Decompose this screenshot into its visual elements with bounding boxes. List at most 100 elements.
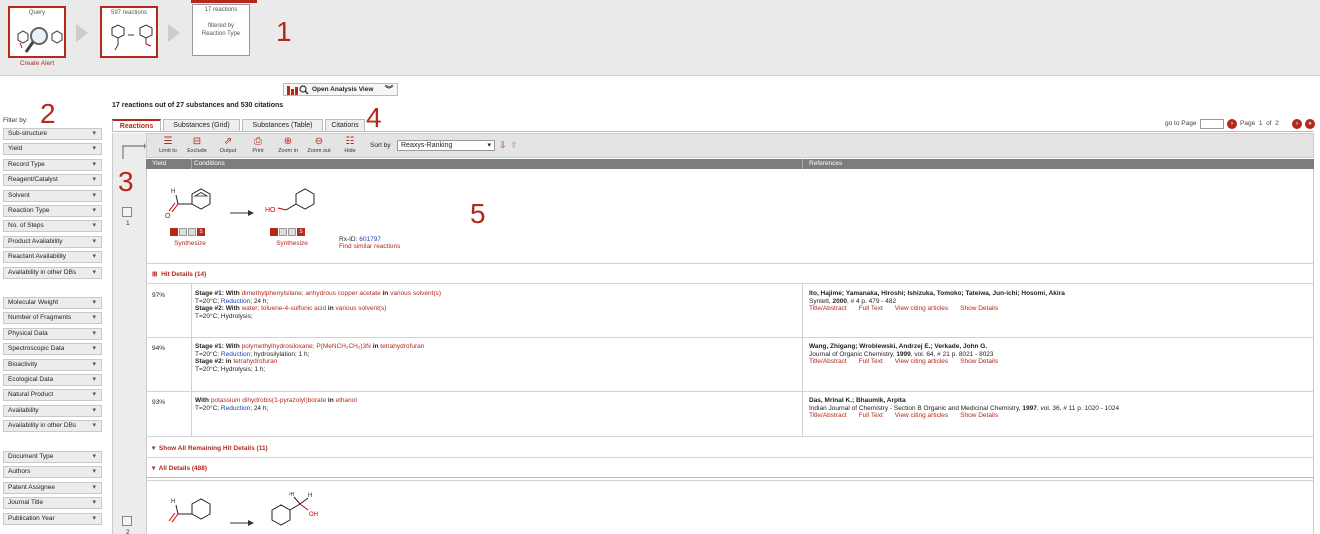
- reaction-checkbox[interactable]: [122, 516, 132, 526]
- row-divider: [146, 283, 1314, 284]
- sort-ascending-icon[interactable]: ⇧: [510, 140, 518, 151]
- synthesize-link[interactable]: Synthesize: [170, 240, 210, 247]
- hide-button[interactable]: ☷ Hide: [337, 136, 363, 154]
- s-badge-icon[interactable]: S: [197, 228, 205, 236]
- goto-page-input[interactable]: [1200, 119, 1224, 129]
- reaction-type-link[interactable]: Reduction: [221, 298, 250, 305]
- reagent-link[interactable]: potassium dihydrobis(1-pyrazolyl)borate: [211, 397, 326, 404]
- col-conditions[interactable]: Conditions: [194, 159, 225, 169]
- filter-reagent-catalyst[interactable]: Reagent/Catalyst ▾: [3, 174, 102, 187]
- solvent-link[interactable]: various solvent(s): [390, 290, 441, 297]
- show-remaining-toggle[interactable]: ▾ Show All Remaining Hit Details (11): [152, 444, 268, 452]
- next-page-icon[interactable]: ›: [1292, 119, 1302, 129]
- ref-link-view-citing-articles[interactable]: View citing articles: [895, 358, 948, 365]
- go-arrow-icon[interactable]: ›: [1227, 119, 1237, 129]
- filter-patent-assignee[interactable]: Patent Assignee ▾: [3, 481, 102, 494]
- filter-reaction-type[interactable]: Reaction Type ▾: [3, 205, 102, 217]
- reaction-number: 1: [126, 220, 130, 227]
- ref-link-full-text[interactable]: Full Text: [859, 305, 883, 312]
- print-button[interactable]: ⎙ Print: [245, 136, 271, 154]
- open-analysis-view-button[interactable]: Open Analysis View ︾: [283, 83, 398, 96]
- reaction-type-link[interactable]: Reduction: [221, 405, 250, 412]
- filter-authors[interactable]: Authors ▾: [3, 466, 102, 479]
- filter-record-type[interactable]: Record Type ▾: [3, 158, 102, 171]
- filter-label: Reaction Type: [8, 207, 50, 214]
- synthesize-link[interactable]: Synthesize: [272, 240, 312, 247]
- pdf-icon[interactable]: [170, 228, 178, 236]
- last-page-icon[interactable]: »: [1305, 119, 1315, 129]
- filter-natural-product[interactable]: Natural Product ▾: [3, 389, 102, 402]
- ref-link-title-abstract[interactable]: Title/Abstract: [809, 412, 847, 419]
- create-alert-link[interactable]: Create Alert: [8, 60, 66, 67]
- filter-solvent[interactable]: Solvent ▾: [3, 189, 102, 202]
- output-button[interactable]: ⇗ Output: [215, 136, 241, 154]
- ref-link-title-abstract[interactable]: Title/Abstract: [809, 358, 847, 365]
- reagent-link[interactable]: dimethylphenylsilane; anhydrous copper a…: [242, 290, 381, 297]
- filter-journal-title[interactable]: Journal Title ▾: [3, 497, 102, 510]
- sort-by-label: Sort by: [370, 142, 391, 149]
- chevron-down-icon: ▾: [152, 445, 156, 452]
- with-label: With: [225, 343, 240, 350]
- query-step[interactable]: Query: [8, 6, 66, 58]
- benzaldehyde-structure: O H: [165, 188, 211, 220]
- results-toolbar: ☰ Limit to ⊟ Exclude ⇗ Output ⎙ Print ⊕ Zoom …: [146, 133, 1314, 158]
- solvent-link[interactable]: various solvent(s): [336, 305, 387, 312]
- filter-availability-in-other-dbs[interactable]: Availability in other DBs ▾: [3, 266, 102, 279]
- filter-availability-in-other-dbs[interactable]: Availability in other DBs ▾: [3, 420, 102, 433]
- filter-physical-data[interactable]: Physical Data ▾: [3, 327, 102, 340]
- conditions-text: T=20°C;: [195, 350, 220, 358]
- ref-link-show-details[interactable]: Show Details: [960, 358, 998, 365]
- ref-link-view-citing-articles[interactable]: View citing articles: [895, 305, 948, 312]
- find-similar-link[interactable]: Find similar reactions: [339, 243, 400, 250]
- reaction-checkbox[interactable]: [122, 207, 132, 217]
- list-icon[interactable]: [279, 228, 287, 236]
- ref-link-full-text[interactable]: Full Text: [859, 358, 883, 365]
- reagent-link[interactable]: polymethylhydrosiloxane; P(MeNCH₂CH₂)3N: [242, 343, 371, 350]
- exclude-button[interactable]: ⊟ Exclude: [184, 136, 210, 154]
- zoom-in-button[interactable]: ⊕ Zoom in: [275, 136, 301, 154]
- filter-molecular-weight[interactable]: Molecular Weight ▾: [3, 297, 102, 309]
- filter-availability[interactable]: Availability ▾: [3, 404, 102, 417]
- list-icon[interactable]: [179, 228, 187, 236]
- filter-number-of-fragments[interactable]: Number of Fragments ▾: [3, 312, 102, 325]
- callout-3: 3: [118, 166, 134, 197]
- filtered-step[interactable]: 17 reactions filtered by Reaction Type: [192, 4, 250, 56]
- col-references[interactable]: References: [809, 159, 842, 169]
- filter-product-availability[interactable]: Product Availability ▾: [3, 235, 102, 248]
- solvent-link[interactable]: tetrahydrofuran: [380, 343, 424, 350]
- filter-bioactivity[interactable]: Bioactivity ▾: [3, 358, 102, 371]
- filter-ecological-data[interactable]: Ecological Data ▾: [3, 374, 102, 386]
- pdf-icon[interactable]: [270, 228, 278, 236]
- row-divider: [146, 391, 1314, 392]
- ref-link-title-abstract[interactable]: Title/Abstract: [809, 305, 847, 312]
- filter-reactant-availability[interactable]: Reactant Availability ▾: [3, 251, 102, 264]
- rx-id-link[interactable]: 601797: [359, 236, 381, 243]
- limit-to-button[interactable]: ☰ Limit to: [155, 136, 181, 154]
- ref-link-show-details[interactable]: Show Details: [960, 305, 998, 312]
- hit-details-toggle[interactable]: ⊞ Hit Details (14): [152, 270, 206, 278]
- all-details-toggle[interactable]: ▾ All Details (488): [152, 464, 207, 472]
- col-yield[interactable]: Yield: [152, 159, 166, 169]
- search-icon[interactable]: [288, 228, 296, 236]
- reagent-link[interactable]: water; toluene-4-sulfonic acid: [242, 305, 327, 312]
- solvent-link[interactable]: ethanol: [336, 397, 357, 404]
- sort-select[interactable]: Reaxys-Ranking ▾: [397, 140, 495, 151]
- filter-document-type[interactable]: Document Type ▾: [3, 451, 102, 463]
- col-divider: [191, 159, 192, 169]
- filter-label: Molecular Weight: [8, 299, 59, 306]
- sort-descending-icon[interactable]: ⇩: [499, 140, 507, 151]
- filter-no-of-steps[interactable]: No. of Steps ▾: [3, 220, 102, 233]
- ref-link-view-citing-articles[interactable]: View citing articles: [895, 412, 948, 419]
- zoom-out-button[interactable]: ⊖ Zoom out: [306, 136, 332, 154]
- reactions-step[interactable]: 597 reactions: [100, 6, 158, 58]
- s-badge-icon[interactable]: S: [297, 228, 305, 236]
- filter-spectroscopic-data[interactable]: Spectroscopic Data ▾: [3, 343, 102, 356]
- reaction-type-link[interactable]: Reduction: [221, 351, 250, 358]
- filter-yield[interactable]: Yield ▾: [3, 143, 102, 156]
- search-icon[interactable]: [188, 228, 196, 236]
- ref-link-show-details[interactable]: Show Details: [960, 412, 998, 419]
- solvent-link[interactable]: tetrahydrofuran: [233, 358, 277, 365]
- filter-publication-year[interactable]: Publication Year ▾: [3, 512, 102, 525]
- ref-link-full-text[interactable]: Full Text: [859, 412, 883, 419]
- filter-sub-structure[interactable]: Sub-structure ▾: [3, 128, 102, 140]
